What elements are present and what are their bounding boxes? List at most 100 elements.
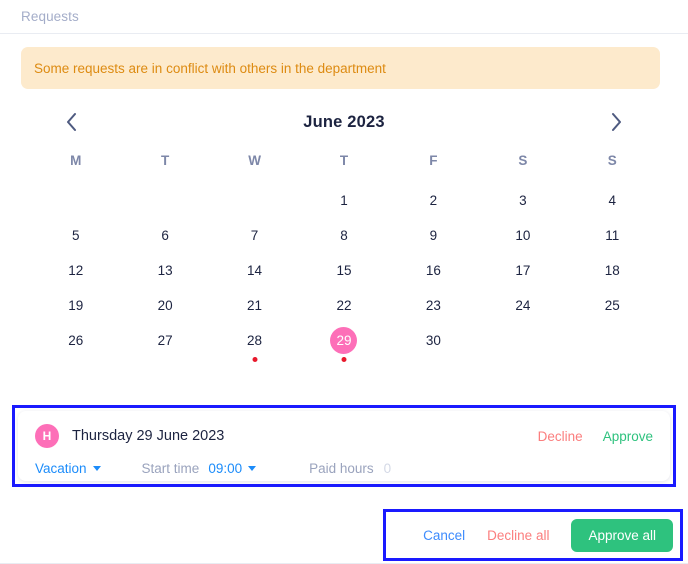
calendar-day-number: 25	[604, 298, 620, 313]
conflict-banner: Some requests are in conflict with other…	[21, 47, 660, 89]
calendar-day-17[interactable]: 17	[478, 253, 567, 288]
calendar-day-number: 21	[247, 298, 263, 313]
calendar-day-20[interactable]: 20	[120, 288, 209, 323]
start-time-dropdown[interactable]: 09:00	[208, 460, 257, 476]
calendar-day-number: 16	[425, 263, 441, 278]
calendar-day-number: 19	[68, 298, 84, 313]
calendar-day-number: 2	[429, 193, 438, 208]
calendar-day-number: 12	[68, 263, 84, 278]
calendar-day-12[interactable]: 12	[31, 253, 120, 288]
calendar-day-1[interactable]: 1	[299, 183, 388, 218]
request-detail-card[interactable]: H Thursday 29 June 2023 Decline Approve …	[18, 411, 670, 481]
calendar-day-number: 28	[247, 333, 263, 348]
calendar-day-3[interactable]: 3	[478, 183, 567, 218]
request-date: Thursday 29 June 2023	[72, 428, 225, 444]
calendar-header: June 2023	[31, 105, 657, 139]
calendar: June 2023 MTWTFSS 1 2 3 4 5 6 7 8 9 10 11 12 13 14 15 1…	[0, 89, 688, 362]
calendar-day-number: 29	[330, 327, 358, 354]
calendar-day-5[interactable]: 5	[31, 218, 120, 253]
calendar-day-27[interactable]: 27	[120, 323, 209, 358]
calendar-day-28[interactable]: 28	[210, 323, 299, 362]
conflict-banner-wrapper: Some requests are in conflict with other…	[0, 34, 688, 89]
calendar-day-15[interactable]: 15	[299, 253, 388, 288]
calendar-day-number: 3	[519, 193, 527, 208]
calendar-month-title: June 2023	[303, 112, 385, 131]
calendar-day-number: 24	[515, 298, 531, 313]
leave-type-dropdown[interactable]: Vacation	[35, 461, 101, 476]
start-time-group: Start time 09:00	[142, 461, 257, 476]
approve-request-button[interactable]: Approve	[603, 429, 653, 444]
calendar-weekday-4: F	[429, 153, 438, 168]
start-time-value: 09:00	[208, 460, 243, 476]
calendar-day-2[interactable]: 2	[389, 183, 478, 218]
calendar-day-8[interactable]: 8	[299, 218, 388, 253]
calendar-day-number: 6	[161, 228, 169, 243]
calendar-day-number: 30	[425, 333, 441, 348]
paid-hours-input[interactable]: 0	[384, 461, 392, 476]
breadcrumb-item-requests[interactable]: Requests	[21, 9, 79, 24]
calendar-day-empty	[210, 183, 299, 218]
calendar-day-11[interactable]: 11	[568, 218, 657, 253]
decline-all-button[interactable]: Decline all	[487, 528, 549, 543]
calendar-day-6[interactable]: 6	[120, 218, 209, 253]
chevron-down-icon	[248, 465, 257, 471]
calendar-day-number: 27	[157, 333, 173, 348]
calendar-day-number: 13	[157, 263, 173, 278]
calendar-weekday-2: W	[248, 153, 261, 168]
conflict-banner-text: Some requests are in conflict with other…	[34, 60, 386, 76]
calendar-day-7[interactable]: 7	[210, 218, 299, 253]
calendar-day-number: 17	[515, 263, 531, 278]
calendar-day-29[interactable]: 29	[299, 323, 388, 362]
calendar-day-number: 1	[340, 193, 348, 208]
calendar-weekday-3: T	[339, 153, 349, 168]
calendar-day-9[interactable]: 9	[389, 218, 478, 253]
request-detail-top-row: H Thursday 29 June 2023 Decline Approve	[35, 422, 653, 450]
calendar-day-number: 15	[336, 263, 352, 278]
paid-hours-group: Paid hours 0	[309, 461, 391, 476]
calendar-day-number: 14	[247, 263, 263, 278]
cancel-button[interactable]: Cancel	[423, 528, 465, 543]
calendar-day-empty	[120, 183, 209, 218]
calendar-day-19[interactable]: 19	[31, 288, 120, 323]
calendar-day-25[interactable]: 25	[568, 288, 657, 323]
prev-month-button[interactable]	[58, 109, 84, 135]
calendar-day-26[interactable]: 26	[31, 323, 120, 358]
request-detail-fields-row: Vacation Start time 09:00 Paid hours 0	[35, 454, 653, 482]
request-detail-highlight: H Thursday 29 June 2023 Decline Approve …	[12, 405, 676, 487]
leave-type-value: Vacation	[35, 460, 87, 476]
calendar-weekday-1: T	[161, 153, 170, 168]
calendar-day-14[interactable]: 14	[210, 253, 299, 288]
calendar-weekday-0: M	[70, 153, 82, 168]
calendar-weekday-row: MTWTFSS	[31, 139, 657, 183]
calendar-day-number: 11	[605, 228, 620, 243]
footer-actions-highlight: Cancel Decline all Approve all	[383, 509, 683, 561]
calendar-day-number: 26	[68, 333, 84, 348]
breadcrumb: Requests	[0, 0, 688, 34]
calendar-day-number: 22	[336, 298, 352, 313]
calendar-day-number: 5	[71, 228, 80, 243]
calendar-day-24[interactable]: 24	[478, 288, 567, 323]
next-month-button[interactable]	[604, 109, 630, 135]
calendar-day-23[interactable]: 23	[389, 288, 478, 323]
approve-all-button[interactable]: Approve all	[571, 518, 673, 552]
avatar: H	[35, 424, 59, 448]
start-time-label: Start time	[141, 460, 200, 476]
chevron-down-icon	[92, 465, 101, 471]
calendar-day-number: 7	[250, 228, 259, 243]
calendar-day-30[interactable]: 30	[389, 323, 478, 358]
calendar-day-4[interactable]: 4	[568, 183, 657, 218]
paid-hours-label: Paid hours	[309, 460, 374, 476]
calendar-day-empty	[31, 183, 120, 218]
calendar-day-number: 9	[429, 228, 438, 243]
calendar-day-16[interactable]: 16	[389, 253, 478, 288]
calendar-day-18[interactable]: 18	[568, 253, 657, 288]
calendar-day-13[interactable]: 13	[120, 253, 209, 288]
requests-approval-page: Requests Some requests are in conflict w…	[0, 0, 688, 564]
calendar-day-10[interactable]: 10	[478, 218, 567, 253]
calendar-day-number: 10	[515, 228, 531, 243]
calendar-day-22[interactable]: 22	[299, 288, 388, 323]
calendar-weekday-5: S	[518, 153, 528, 168]
calendar-day-21[interactable]: 21	[210, 288, 299, 323]
request-indicator-dot	[341, 357, 347, 362]
decline-request-button[interactable]: Decline	[538, 429, 583, 444]
